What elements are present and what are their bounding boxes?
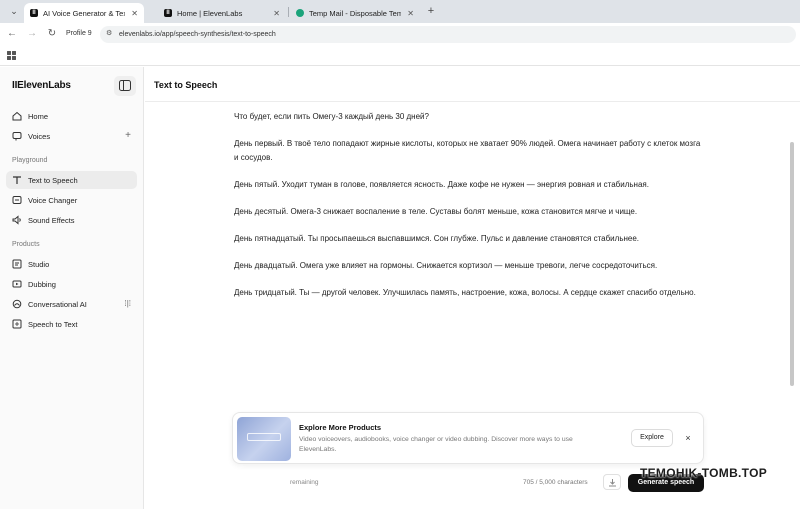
voice-changer-icon <box>12 195 22 205</box>
tab-divider <box>288 7 289 17</box>
url-text[interactable]: elevenlabs.io/app/speech-synthesis/text-… <box>119 31 276 38</box>
sidebar-item-voices[interactable]: Voices + <box>6 127 137 145</box>
playground-section-label: Playground <box>12 157 48 164</box>
editor-paragraph[interactable]: День первый. В твоё тело попадают жирные… <box>234 137 704 164</box>
reload-icon[interactable]: ↻ <box>46 28 58 40</box>
browser-tab-tts[interactable]: II AI Voice Generator & Text to Sp ✕ <box>24 3 144 23</box>
bookmarks-bar <box>0 46 800 66</box>
character-count: 705 / 5,000 characters <box>523 479 588 486</box>
text-editor[interactable]: Что будет, если пить Омегу-3 каждый день… <box>234 110 704 313</box>
products-section-label: Products <box>12 241 40 248</box>
editor-paragraph[interactable]: День двадцатый. Омега уже влияет на горм… <box>234 259 704 273</box>
close-promo-icon[interactable]: × <box>683 432 693 444</box>
download-icon <box>609 479 616 487</box>
tab-search-chevron-icon[interactable]: ⌄ <box>6 4 22 19</box>
elevenlabs-logo[interactable]: IIElevenLabs <box>12 80 71 91</box>
waveform-icon: ⁞|⁞ <box>124 299 131 308</box>
voices-icon <box>12 131 22 141</box>
browser-tab-tempmail[interactable]: Temp Mail - Disposable Tempo ✕ <box>290 3 420 23</box>
explore-button[interactable]: Explore <box>631 429 673 447</box>
tempmail-favicon-icon <box>296 9 304 17</box>
new-tab-plus-icon[interactable]: + <box>424 4 438 18</box>
browser-tab-bar: ⌄ II AI Voice Generator & Text to Sp ✕ I… <box>0 0 800 23</box>
site-settings-icon[interactable]: ⚙ <box>106 29 112 37</box>
sound-effects-icon <box>12 215 22 225</box>
editor-paragraph[interactable]: День пятый. Уходит туман в голове, появл… <box>234 178 704 192</box>
editor-scrollbar-thumb[interactable] <box>790 142 794 386</box>
sidebar-item-speech-to-text[interactable]: Speech to Text <box>6 315 137 333</box>
close-tab-icon[interactable]: ✕ <box>273 9 280 18</box>
editor-paragraph[interactable]: Что будет, если пить Омегу-3 каждый день… <box>234 110 704 124</box>
explore-products-card: Explore More Products Video voiceovers, … <box>232 412 704 464</box>
apps-grid-icon[interactable] <box>7 51 16 60</box>
back-arrow-icon[interactable]: ← <box>6 28 18 40</box>
credits-remaining: remaining <box>290 479 319 486</box>
close-tab-icon[interactable]: ✕ <box>407 9 414 18</box>
sidebar-panel-icon <box>119 80 131 91</box>
profile-label[interactable]: Profile 9 <box>66 30 92 37</box>
browser-tab-home[interactable]: II Home | ElevenLabs ✕ <box>158 3 286 23</box>
studio-icon <box>12 259 22 269</box>
text-to-speech-icon <box>12 175 22 185</box>
main-header <box>145 67 800 102</box>
editor-paragraph[interactable]: День тридцатый. Ты — другой человек. Улу… <box>234 286 704 300</box>
address-bar[interactable]: ⚙ elevenlabs.io/app/speech-synthesis/tex… <box>100 26 796 43</box>
page-title: Text to Speech <box>154 80 218 90</box>
elevenlabs-favicon-icon: II <box>164 9 172 17</box>
promo-title: Explore More Products <box>299 423 382 432</box>
editor-paragraph[interactable]: День десятый. Омега-3 снижает воспаление… <box>234 205 704 219</box>
browser-toolbar: ← → ↻ Profile 9 ⚙ elevenlabs.io/app/spee… <box>0 23 800 46</box>
forward-arrow-icon[interactable]: → <box>26 28 38 40</box>
promo-description: Video voiceovers, audiobooks, voice chan… <box>299 436 573 453</box>
watermark-text: TEMOHIK-TOMB.TOP <box>640 466 768 480</box>
add-voice-plus-icon[interactable]: + <box>125 130 131 142</box>
collapse-sidebar-button[interactable] <box>114 76 136 96</box>
close-tab-icon[interactable]: ✕ <box>131 9 138 18</box>
sidebar-item-studio[interactable]: Studio <box>6 255 137 273</box>
sidebar-item-sound-effects[interactable]: Sound Effects <box>6 211 137 229</box>
sidebar-item-conversational-ai[interactable]: Conversational AI ⁞|⁞ <box>6 295 137 313</box>
speech-to-text-icon <box>12 319 22 329</box>
promo-thumbnail <box>237 417 291 461</box>
editor-paragraph[interactable]: День пятнадцатый. Ты просыпаешься выспав… <box>234 232 704 246</box>
conversational-ai-icon <box>12 299 22 309</box>
download-button[interactable] <box>603 474 621 490</box>
sidebar-item-home[interactable]: Home <box>6 107 137 125</box>
sidebar-item-dubbing[interactable]: Dubbing <box>6 275 137 293</box>
sidebar-item-voice-changer[interactable]: Voice Changer <box>6 191 137 209</box>
dubbing-icon <box>12 279 22 289</box>
elevenlabs-favicon-icon: II <box>30 9 38 17</box>
home-icon <box>12 111 22 121</box>
sidebar-item-text-to-speech[interactable]: Text to Speech <box>6 171 137 189</box>
